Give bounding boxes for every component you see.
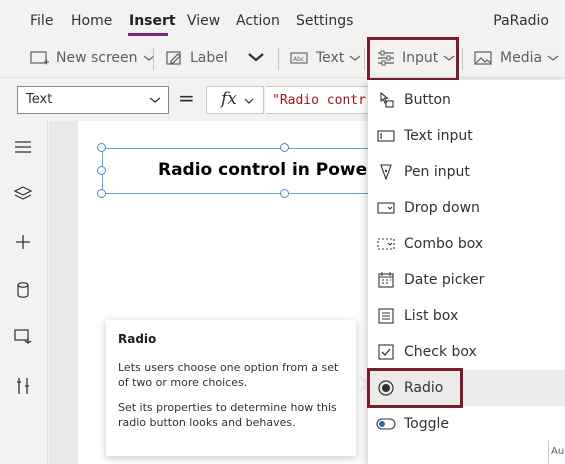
equals-sign: = — [178, 86, 195, 110]
menu-item-label: List box — [404, 308, 459, 324]
partial-panel-text: Au — [548, 440, 565, 464]
menu-item-combo-box[interactable]: Combo box — [368, 226, 565, 262]
chevron-down-icon — [349, 55, 361, 61]
menu-item-label: Check box — [404, 344, 477, 360]
text-box-icon: Abc — [290, 52, 308, 64]
menu-item-label: Combo box — [404, 236, 484, 252]
tools-icon[interactable] — [13, 376, 33, 396]
label-button-label: Label — [190, 50, 228, 66]
menu-file[interactable]: File — [30, 13, 53, 29]
chevron-down-icon — [244, 98, 254, 104]
toolbar-divider — [153, 48, 154, 70]
fx-icon: fx — [221, 89, 237, 109]
media-library-icon[interactable] — [13, 328, 33, 346]
toolbar-divider — [364, 48, 365, 70]
media-button[interactable]: Media — [474, 50, 565, 66]
resize-handle[interactable] — [97, 166, 106, 175]
new-screen-button[interactable]: New screen — [30, 50, 162, 66]
formula-input[interactable]: "Radio contr — [266, 86, 376, 114]
menu-item-label: Toggle — [404, 416, 450, 432]
new-screen-label: New screen — [56, 50, 138, 66]
radio-tooltip: Radio Lets users choose one option from … — [106, 320, 356, 456]
menu-view[interactable]: View — [187, 13, 220, 29]
radio-item-highlight — [367, 368, 463, 408]
menu-item-drop-down[interactable]: Drop down — [368, 190, 565, 226]
check-box-icon — [378, 344, 394, 360]
button-icon — [380, 91, 394, 108]
menu-settings[interactable]: Settings — [296, 13, 353, 29]
text-button[interactable]: Abc Text — [290, 50, 368, 66]
chevron-down-icon — [547, 55, 559, 61]
tooltip-description: Set its properties to determine how this… — [118, 401, 337, 429]
fx-button[interactable]: fx — [206, 86, 264, 114]
menu-item-text-input[interactable]: Text input — [368, 118, 565, 154]
tooltip-title: Radio — [118, 332, 157, 346]
layers-icon[interactable] — [13, 185, 33, 203]
drop-down-icon — [377, 202, 395, 214]
toolbar-divider — [278, 48, 279, 70]
ribbon-toolbar: New screen Label Abc Text Input Media — [0, 40, 565, 78]
combo-box-icon — [377, 238, 395, 250]
property-selector-value: Text — [26, 92, 53, 107]
app-name: PaRadio — [493, 13, 549, 29]
text-button-label: Text — [316, 50, 345, 66]
menu-item-label: Button — [404, 92, 451, 108]
image-icon — [474, 51, 492, 65]
menu-action[interactable]: Action — [236, 13, 280, 29]
menu-insert[interactable]: Insert — [129, 13, 176, 29]
label-edit-icon — [166, 51, 181, 65]
menu-item-check-box[interactable]: Check box — [368, 334, 565, 370]
resize-handle[interactable] — [280, 143, 289, 152]
label-control-text[interactable]: Radio control in Power — [158, 160, 376, 180]
pen-input-icon — [380, 164, 392, 181]
chevron-down-icon — [248, 53, 264, 62]
plus-icon[interactable] — [13, 233, 33, 251]
database-icon[interactable] — [13, 281, 33, 299]
toggle-icon — [376, 418, 396, 430]
label-dropdown-toggle[interactable] — [246, 50, 272, 64]
resize-handle[interactable] — [97, 189, 106, 198]
menu-item-label: Pen input — [404, 164, 470, 180]
svg-text:Abc: Abc — [293, 56, 304, 63]
resize-handle[interactable] — [97, 143, 106, 152]
label-button[interactable]: Label — [166, 50, 228, 66]
media-button-label: Media — [500, 50, 543, 66]
menu-bar: File Home Insert View Action Settings Pa… — [0, 0, 565, 40]
text-input-icon — [377, 130, 395, 142]
menu-item-pen-input[interactable]: Pen input — [368, 154, 565, 190]
new-screen-icon — [30, 51, 49, 65]
resize-handle[interactable] — [280, 189, 289, 198]
menu-item-toggle[interactable]: Toggle — [368, 406, 565, 442]
property-selector[interactable]: Text — [17, 86, 169, 114]
menu-item-date-picker[interactable]: Date picker — [368, 262, 565, 298]
chevron-down-icon — [149, 97, 161, 103]
menu-item-button[interactable]: Button — [368, 82, 565, 118]
list-box-icon — [378, 308, 394, 324]
menu-item-label: Drop down — [404, 200, 480, 216]
left-rail — [0, 121, 48, 464]
menu-home[interactable]: Home — [71, 13, 112, 29]
toolbar-divider — [462, 48, 463, 70]
active-tab-indicator — [128, 33, 168, 36]
menu-item-list-box[interactable]: List box — [368, 298, 565, 334]
menu-item-label: Text input — [404, 128, 473, 144]
menu-item-label: Date picker — [404, 272, 485, 288]
hamburger-menu-icon[interactable] — [13, 139, 33, 155]
date-picker-icon — [378, 272, 394, 288]
tooltip-description: Lets users choose one option from a set … — [118, 361, 339, 389]
input-button-highlight — [367, 37, 459, 81]
